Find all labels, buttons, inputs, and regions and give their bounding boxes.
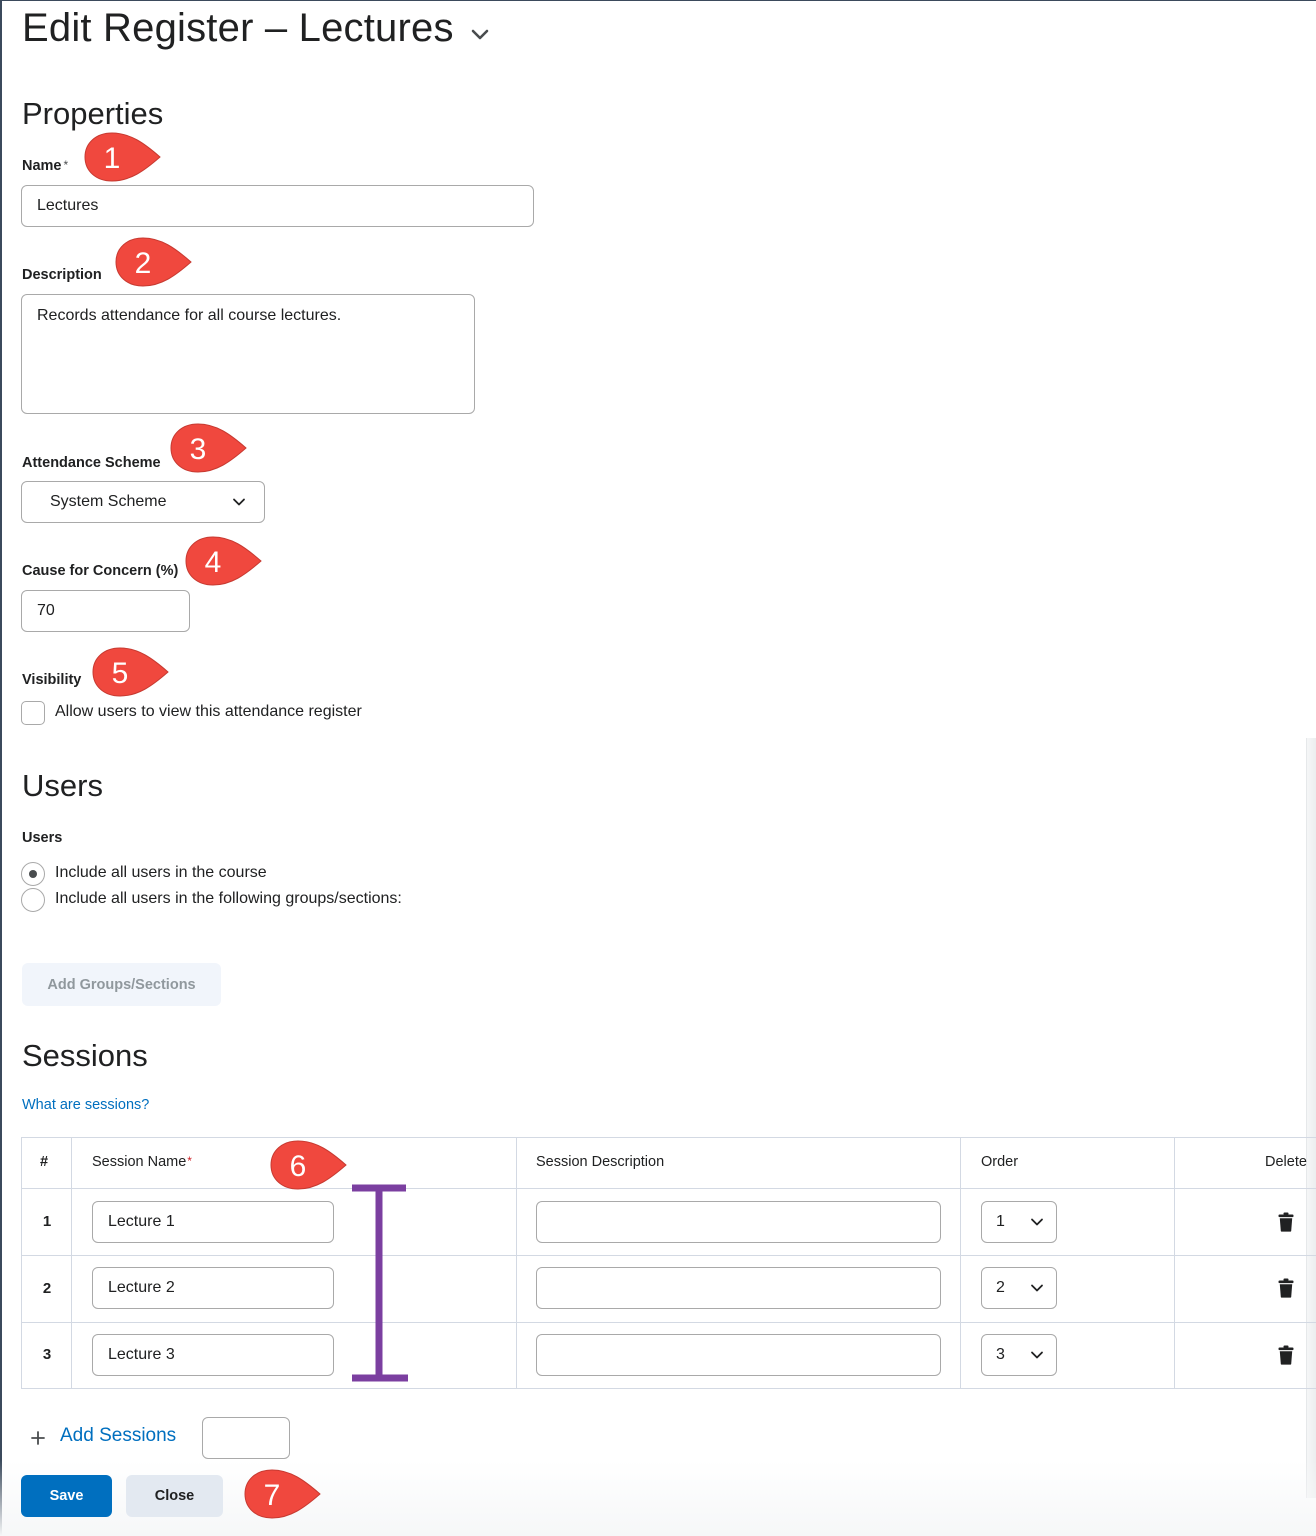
cause-for-concern-label: Cause for Concern (%) xyxy=(22,563,179,579)
name-input[interactable]: Lectures xyxy=(21,185,534,227)
callout-marker: 2 xyxy=(115,237,192,287)
session-description-input[interactable] xyxy=(536,1334,941,1376)
callout-number: 2 xyxy=(135,247,152,280)
description-textarea[interactable]: Records attendance for all course lectur… xyxy=(21,294,475,414)
callout-number: 3 xyxy=(190,433,207,466)
callout-number: 5 xyxy=(112,657,129,690)
chevron-down-icon xyxy=(1031,1351,1043,1359)
callout-marker: 1 xyxy=(84,132,161,182)
visibility-checkbox-label: Allow users to view this attendance regi… xyxy=(55,703,362,720)
range-bracket-marker xyxy=(352,1184,408,1382)
attendance-scheme-label: Attendance Scheme xyxy=(22,455,161,471)
session-order-select[interactable]: 3 xyxy=(981,1334,1057,1376)
callout-number: 7 xyxy=(264,1479,281,1512)
users-heading: Users xyxy=(22,768,103,803)
chevron-down-icon xyxy=(1031,1284,1043,1292)
callout-marker: 7 xyxy=(244,1469,321,1519)
radio-all-users-label: Include all users in the course xyxy=(55,864,267,881)
attendance-scheme-value: System Scheme xyxy=(50,493,167,510)
attendance-scheme-select[interactable]: System Scheme xyxy=(21,481,265,523)
name-label: Name * xyxy=(22,158,69,174)
callout-number: 4 xyxy=(205,546,222,579)
callout-marker: 6 xyxy=(270,1140,347,1190)
session-order-value: 1 xyxy=(996,1213,1005,1230)
session-description-input[interactable] xyxy=(536,1201,941,1243)
users-label: Users xyxy=(22,830,63,846)
session-order-value: 3 xyxy=(996,1346,1005,1363)
column-header-delete: Delete xyxy=(1265,1154,1307,1170)
callout-marker: 3 xyxy=(170,423,247,473)
trash-icon[interactable] xyxy=(1278,1212,1294,1232)
page-title: Edit Register – Lectures xyxy=(22,6,454,50)
callout-marker: 5 xyxy=(92,647,169,697)
plus-icon[interactable] xyxy=(30,1430,46,1446)
radio-groups-sections[interactable] xyxy=(21,888,45,912)
column-header-number: # xyxy=(40,1154,49,1170)
session-row-number: 3 xyxy=(42,1346,52,1363)
cause-for-concern-input[interactable]: 70 xyxy=(21,590,190,632)
session-description-input[interactable] xyxy=(536,1267,941,1309)
callout-marker: 4 xyxy=(185,536,262,586)
visibility-label: Visibility xyxy=(22,672,82,688)
radio-selected-dot xyxy=(29,870,37,878)
column-header-session-description: Session Description xyxy=(536,1154,665,1170)
session-order-value: 2 xyxy=(996,1279,1005,1296)
session-row-number: 1 xyxy=(42,1213,52,1230)
visibility-checkbox[interactable] xyxy=(21,701,45,725)
properties-heading: Properties xyxy=(22,96,164,131)
trash-icon[interactable] xyxy=(1278,1345,1294,1365)
required-mark: * xyxy=(63,158,69,172)
session-name-input[interactable]: Lecture 3 xyxy=(92,1334,334,1376)
session-order-select[interactable]: 2 xyxy=(981,1267,1057,1309)
session-order-select[interactable]: 1 xyxy=(981,1201,1057,1243)
what-are-sessions-link[interactable]: What are sessions? xyxy=(22,1097,149,1113)
sessions-heading: Sessions xyxy=(22,1038,148,1073)
required-mark: * xyxy=(187,1154,192,1168)
close-button[interactable]: Close xyxy=(126,1475,223,1517)
callout-number: 6 xyxy=(290,1150,307,1183)
chevron-down-icon xyxy=(1031,1218,1043,1226)
session-name-input[interactable]: Lecture 1 xyxy=(92,1201,334,1243)
trash-icon[interactable] xyxy=(1278,1278,1294,1298)
callout-number: 1 xyxy=(104,142,121,175)
add-sessions-link[interactable]: Add Sessions xyxy=(60,1425,176,1447)
session-name-input[interactable]: Lecture 2 xyxy=(92,1267,334,1309)
add-groups-sections-button[interactable]: Add Groups/Sections xyxy=(22,963,221,1006)
radio-groups-sections-label: Include all users in the following group… xyxy=(55,890,402,907)
description-label: Description xyxy=(22,267,102,283)
add-sessions-count-input[interactable] xyxy=(202,1417,290,1459)
title-chevron-down-icon[interactable] xyxy=(468,22,492,46)
column-header-session-name: Session Name* xyxy=(92,1154,192,1170)
radio-all-users[interactable] xyxy=(21,862,45,886)
session-row-number: 2 xyxy=(42,1280,52,1297)
chevron-down-icon xyxy=(233,498,245,506)
sessions-table: # Session Name* Session Description Orde… xyxy=(21,1137,1316,1389)
column-header-order: Order xyxy=(981,1154,1019,1170)
save-button[interactable]: Save xyxy=(21,1475,112,1517)
